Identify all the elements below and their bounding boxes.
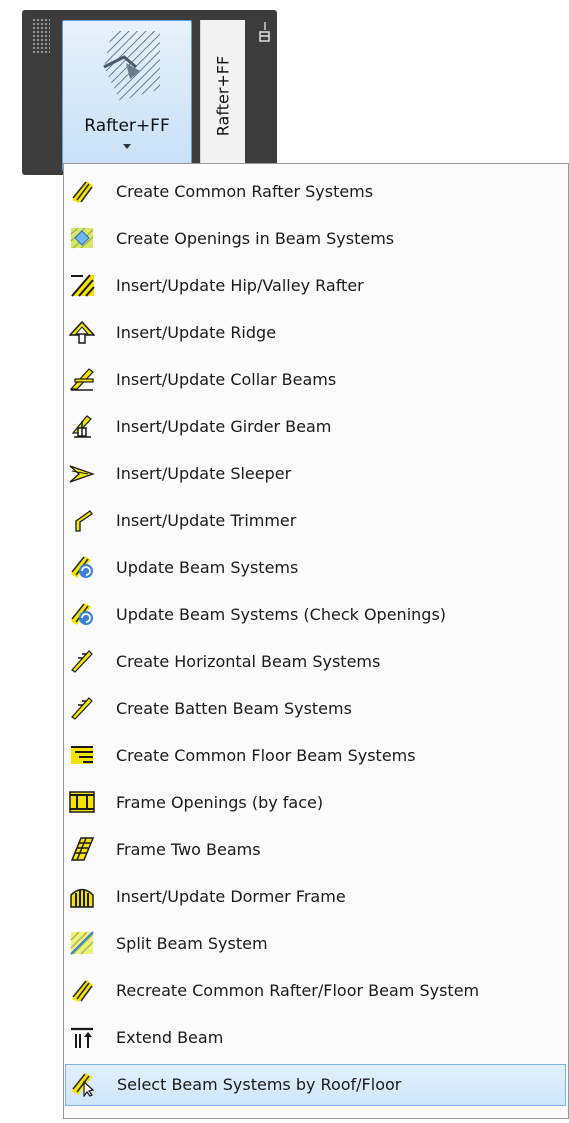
menu-item-extend-beam[interactable]: Extend Beam bbox=[64, 1017, 568, 1059]
menu-item-create-horizontal-beam-systems[interactable]: Create Horizontal Beam Systems bbox=[64, 641, 568, 683]
menu-item-label: Create Horizontal Beam Systems bbox=[116, 652, 381, 671]
menu-item-insert-update-ridge[interactable]: Insert/Update Ridge bbox=[64, 312, 568, 354]
menu-item-label: Insert/Update Trimmer bbox=[116, 511, 297, 530]
sleeper-icon bbox=[69, 465, 95, 483]
side-tab-label: Rafter+FF bbox=[213, 55, 233, 136]
frame-openings-icon bbox=[69, 791, 95, 813]
menu-item-select-beam-systems-by-roof-floor[interactable]: Select Beam Systems by Roof/Floor bbox=[65, 1064, 566, 1106]
pin-panel-icon[interactable] bbox=[259, 20, 271, 60]
menu-item-update-beam-systems[interactable]: Update Beam Systems bbox=[64, 547, 568, 589]
menu-item-recreate-common-rafter-floor-beam-system[interactable]: Recreate Common Rafter/Floor Beam System bbox=[64, 970, 568, 1012]
recreate-beam-system-icon bbox=[72, 980, 93, 1002]
menu-item-label: Frame Openings (by face) bbox=[116, 793, 324, 812]
ridge-icon bbox=[69, 320, 95, 344]
update-beam-systems-check-icon bbox=[71, 603, 93, 625]
collar-beam-icon bbox=[69, 368, 94, 391]
select-beam-systems-icon bbox=[72, 1073, 95, 1097]
menu-item-insert-update-girder-beam[interactable]: Insert/Update Girder Beam bbox=[64, 406, 568, 448]
menu-item-insert-update-trimmer[interactable]: Insert/Update Trimmer bbox=[64, 500, 568, 542]
menu-item-label: Split Beam System bbox=[116, 934, 268, 953]
menu-item-create-common-rafter-systems[interactable]: Create Common Rafter Systems bbox=[64, 171, 568, 213]
menu-item-label: Update Beam Systems bbox=[116, 558, 299, 577]
trimmer-icon bbox=[75, 510, 93, 532]
ribbon-panel: Rafter+FF Rafter+FF bbox=[22, 10, 277, 175]
menu-item-label: Create Common Floor Beam Systems bbox=[116, 746, 416, 765]
horizontal-beam-icon bbox=[71, 650, 93, 673]
menu-item-label: Select Beam Systems by Roof/Floor bbox=[117, 1075, 402, 1094]
rafter-ff-split-button[interactable]: Rafter+FF bbox=[62, 20, 192, 171]
rafter-ff-button-label: Rafter+FF bbox=[84, 116, 170, 136]
menu-item-create-batten-beam-systems[interactable]: Create Batten Beam Systems bbox=[64, 688, 568, 730]
menu-item-label: Frame Two Beams bbox=[116, 840, 261, 859]
menu-item-create-common-floor-beam-systems[interactable]: Create Common Floor Beam Systems bbox=[64, 735, 568, 777]
dropdown-caret-icon[interactable] bbox=[123, 144, 131, 149]
split-beam-icon bbox=[70, 931, 94, 955]
menu-item-frame-openings-by-face[interactable]: Frame Openings (by face) bbox=[64, 782, 568, 824]
menu-item-insert-update-dormer-frame[interactable]: Insert/Update Dormer Frame bbox=[64, 876, 568, 918]
menu-item-label: Create Openings in Beam Systems bbox=[116, 229, 395, 248]
update-beam-systems-icon bbox=[71, 556, 93, 578]
menu-item-create-openings-in-beam-systems[interactable]: Create Openings in Beam Systems bbox=[64, 218, 568, 260]
menu-item-label: Insert/Update Dormer Frame bbox=[116, 887, 346, 906]
beam-opening-icon bbox=[70, 227, 94, 249]
rafter-system-icon bbox=[72, 181, 93, 203]
extend-beam-icon bbox=[71, 1027, 93, 1048]
rafter-system-large-icon bbox=[103, 31, 160, 101]
menu-item-update-beam-systems-check-openings[interactable]: Update Beam Systems (Check Openings) bbox=[64, 594, 568, 636]
menu-item-insert-update-sleeper[interactable]: Insert/Update Sleeper bbox=[64, 453, 568, 495]
menu-item-frame-two-beams[interactable]: Frame Two Beams bbox=[64, 829, 568, 871]
menu-item-label: Update Beam Systems (Check Openings) bbox=[116, 605, 447, 624]
menu-item-insert-update-collar-beams[interactable]: Insert/Update Collar Beams bbox=[64, 359, 568, 401]
rafter-dropdown-menu: Create Common Rafter Systems Create Open… bbox=[63, 163, 569, 1119]
menu-item-label: Create Common Rafter Systems bbox=[116, 182, 374, 201]
menu-item-label: Create Batten Beam Systems bbox=[116, 699, 352, 718]
menu-item-label: Insert/Update Hip/Valley Rafter bbox=[116, 276, 364, 295]
menu-item-label: Insert/Update Ridge bbox=[116, 323, 277, 342]
floor-beam-icon bbox=[71, 746, 93, 764]
dormer-frame-icon bbox=[70, 888, 94, 908]
menu-item-insert-update-hip-valley-rafter[interactable]: Insert/Update Hip/Valley Rafter bbox=[64, 265, 568, 307]
menu-item-label: Insert/Update Sleeper bbox=[116, 464, 292, 483]
rafter-ff-side-tab[interactable]: Rafter+FF bbox=[200, 20, 245, 171]
girder-beam-icon bbox=[71, 415, 92, 438]
panel-grip-handle[interactable] bbox=[32, 18, 50, 54]
frame-two-beams-icon bbox=[70, 837, 95, 861]
menu-item-label: Insert/Update Collar Beams bbox=[116, 370, 337, 389]
batten-beam-icon bbox=[71, 697, 93, 720]
menu-item-label: Insert/Update Girder Beam bbox=[116, 417, 332, 436]
hip-valley-rafter-icon bbox=[71, 274, 95, 297]
menu-item-split-beam-system[interactable]: Split Beam System bbox=[64, 923, 568, 965]
menu-item-label: Recreate Common Rafter/Floor Beam System bbox=[116, 981, 480, 1000]
menu-item-label: Extend Beam bbox=[116, 1028, 224, 1047]
